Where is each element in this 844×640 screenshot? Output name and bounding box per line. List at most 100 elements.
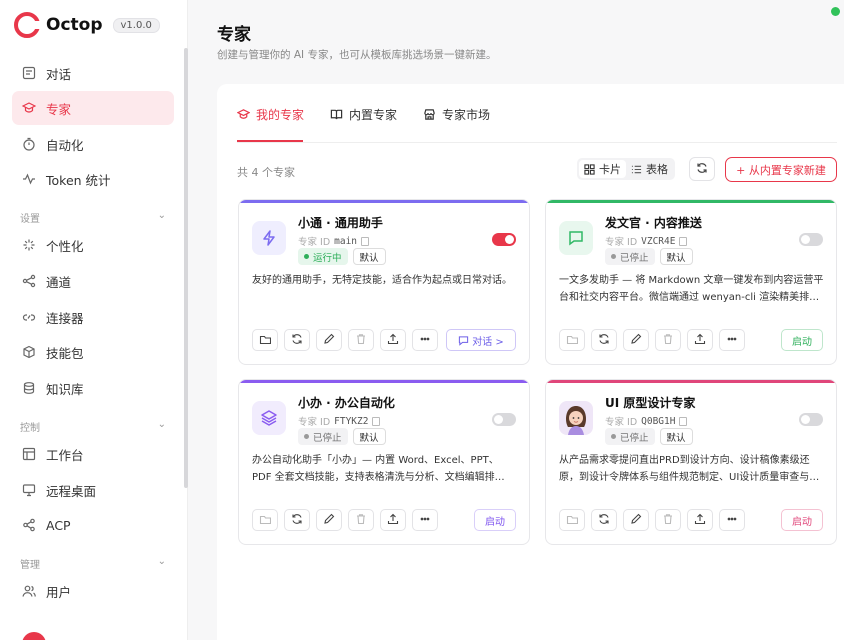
badge-row: 已停止 默认 — [605, 248, 693, 265]
view-card-button[interactable]: 卡片 — [579, 160, 626, 178]
enable-toggle[interactable] — [799, 413, 823, 426]
start-button[interactable]: 启动 — [474, 509, 516, 531]
trash-button[interactable] — [348, 329, 374, 351]
sidebar-item-token-stats[interactable]: Token 统计 — [12, 162, 174, 196]
sidebar-item-automation[interactable]: 自动化 — [12, 127, 174, 161]
copy-icon[interactable] — [679, 236, 688, 246]
sidebar-item-connectors[interactable]: 连接器 — [12, 300, 174, 334]
tab-expert-market[interactable]: 专家市场 — [423, 106, 490, 135]
monitor-icon — [22, 483, 36, 497]
expert-card[interactable]: 小办 · 办公自动化 专家 ID FTYKZ2 已停止 默认 办公自动化助手「小… — [238, 379, 530, 545]
status-text: 运行中 — [313, 252, 342, 264]
tab-label: 我的专家 — [256, 108, 305, 122]
expert-name: 小通 · 通用助手 — [298, 216, 383, 230]
upload-button[interactable] — [380, 509, 406, 531]
more-button[interactable] — [412, 329, 438, 351]
sync-button[interactable] — [591, 329, 617, 351]
copy-icon[interactable] — [679, 416, 688, 426]
expert-id: Q0BG1H — [641, 415, 676, 427]
trash-icon — [662, 513, 674, 528]
sidebar-item-chat[interactable]: 对话 — [12, 56, 174, 90]
more-button[interactable] — [719, 329, 745, 351]
new-from-builtin-button[interactable]: + 从内置专家新建 — [725, 157, 837, 182]
sidebar-item-knowledge-base[interactable]: 知识库 — [12, 371, 174, 405]
sync-icon — [598, 513, 610, 528]
card-actions — [559, 329, 751, 351]
refresh-button[interactable] — [689, 157, 715, 181]
status-dot-icon — [304, 434, 309, 439]
more-button[interactable] — [719, 509, 745, 531]
page-subtitle: 创建与管理你的 AI 专家，也可从模板库挑选场景一键新建。 — [217, 49, 497, 61]
folder-button[interactable] — [252, 329, 278, 351]
sidebar-item-remote-desktop[interactable]: 远程桌面 — [12, 473, 174, 507]
copy-icon[interactable] — [361, 236, 370, 246]
app-logo[interactable]: Octop v1.0.0 — [14, 12, 160, 38]
sidebar-item-skill-packs[interactable]: 技能包 — [12, 335, 174, 369]
upload-button[interactable] — [380, 329, 406, 351]
sidebar-group-manage[interactable]: 管理 ⌄ — [20, 556, 166, 571]
group-label: 管理 — [20, 560, 40, 571]
enable-toggle[interactable] — [799, 233, 823, 246]
user-avatar[interactable] — [22, 632, 46, 640]
expert-card[interactable]: UI 原型设计专家 专家 ID Q0BG1H 已停止 默认 从产品需求零提问直出… — [545, 379, 837, 545]
sidebar-group-settings[interactable]: 设置 ⌄ — [20, 210, 166, 225]
chat-button[interactable]: 对话 > — [446, 329, 516, 351]
sync-icon — [291, 333, 303, 348]
edit-button[interactable] — [623, 509, 649, 531]
folder-button[interactable] — [559, 329, 585, 351]
package-icon — [22, 345, 36, 359]
version-badge: v1.0.0 — [112, 17, 160, 33]
edit-button[interactable] — [316, 329, 342, 351]
expert-name: 小办 · 办公自动化 — [298, 396, 395, 410]
sidebar-item-label: 个性化 — [46, 238, 84, 254]
trash-button[interactable] — [348, 509, 374, 531]
folder-button[interactable] — [559, 509, 585, 531]
view-table-button[interactable]: 表格 — [626, 160, 673, 178]
enable-toggle[interactable] — [492, 413, 516, 426]
tab-builtin-experts[interactable]: 内置专家 — [330, 106, 397, 135]
expert-card[interactable]: 发文官 · 内容推送 专家 ID VZCR4E 已停止 默认 一文多发助手 — … — [545, 199, 837, 365]
toggle-knob — [801, 415, 810, 424]
start-button[interactable]: 启动 — [781, 329, 823, 351]
sidebar-item-acp[interactable]: ACP — [12, 508, 174, 542]
sync-button[interactable] — [591, 509, 617, 531]
sidebar-item-label: 用户 — [46, 584, 72, 600]
sidebar-item-label: 工作台 — [46, 447, 84, 463]
expert-id-row: 专家 ID VZCR4E — [605, 234, 688, 248]
enable-toggle[interactable] — [492, 233, 516, 246]
start-button[interactable]: 启动 — [781, 509, 823, 531]
edit-icon — [630, 333, 642, 348]
edit-button[interactable] — [316, 509, 342, 531]
upload-button[interactable] — [687, 509, 713, 531]
edit-icon — [323, 513, 335, 528]
sidebar-item-workbench[interactable]: 工作台 — [12, 437, 174, 471]
sidebar-scrollbar[interactable] — [184, 48, 188, 488]
sidebar-group-control[interactable]: 控制 ⌄ — [20, 419, 166, 434]
sidebar-item-channels[interactable]: 通道 — [12, 264, 174, 298]
expert-count: 共 4 个专家 — [237, 166, 295, 179]
activity-icon — [22, 172, 36, 186]
edit-icon — [323, 333, 335, 348]
trash-button[interactable] — [655, 509, 681, 531]
status-text: 已停止 — [620, 432, 649, 444]
sidebar-item-label: 通道 — [46, 274, 72, 290]
tab-my-experts[interactable]: 我的专家 — [237, 106, 304, 135]
trash-button[interactable] — [655, 329, 681, 351]
copy-icon[interactable] — [372, 416, 381, 426]
app-name: Octop — [46, 15, 103, 35]
status-badge: 已停止 — [605, 248, 655, 265]
sidebar-item-personalization[interactable]: 个性化 — [12, 228, 174, 262]
online-status-dot — [831, 7, 840, 16]
sidebar-item-experts[interactable]: 专家 — [12, 91, 174, 125]
folder-button[interactable] — [252, 509, 278, 531]
edit-button[interactable] — [623, 329, 649, 351]
expert-id-label: 专家 ID — [298, 237, 331, 248]
more-button[interactable] — [412, 509, 438, 531]
upload-button[interactable] — [687, 329, 713, 351]
sync-button[interactable] — [284, 509, 310, 531]
status-badge: 已停止 — [605, 428, 655, 445]
sync-button[interactable] — [284, 329, 310, 351]
link-icon — [22, 310, 36, 324]
sidebar-item-users[interactable]: 用户 — [12, 574, 174, 608]
expert-card[interactable]: 小通 · 通用助手 专家 ID main 运行中 默认 友好的通用助手，无特定技… — [238, 199, 530, 365]
